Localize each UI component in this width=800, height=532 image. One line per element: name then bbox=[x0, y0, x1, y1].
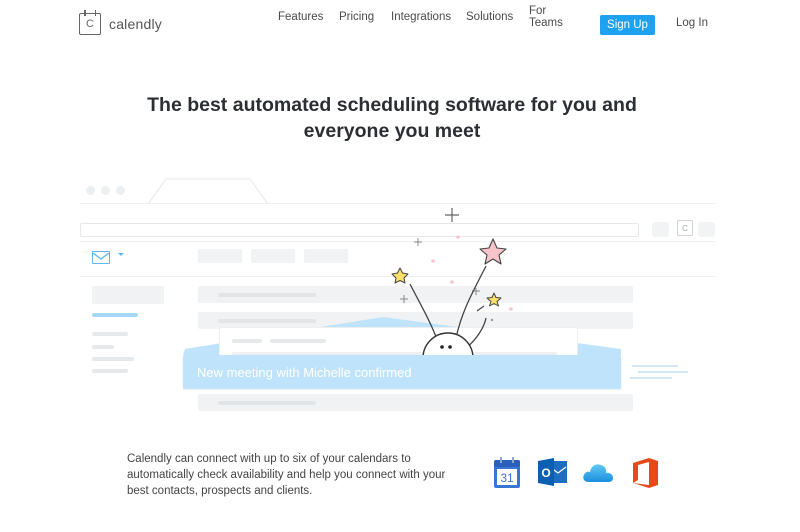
hero-headline-line-1: The best automated scheduling software f… bbox=[147, 94, 637, 116]
celebration-character-icon bbox=[391, 208, 513, 362]
hero-headline: The best automated scheduling software f… bbox=[0, 92, 784, 144]
nav-link-for-teams[interactable]: For Teams bbox=[529, 5, 563, 29]
toolbar-button-icon bbox=[652, 222, 669, 237]
sidebar-placeholder bbox=[92, 332, 128, 336]
chevron-down-icon bbox=[118, 253, 124, 256]
window-dot-icon bbox=[116, 186, 125, 195]
window-dot-icon bbox=[86, 186, 95, 195]
window-dot-icon bbox=[101, 186, 110, 195]
compose-placeholder bbox=[92, 286, 164, 304]
calendar-logo-icon: C bbox=[79, 10, 101, 35]
toolbar-button-icon bbox=[698, 222, 715, 237]
google-calendar-icon: 31 bbox=[494, 457, 520, 488]
sidebar-placeholder bbox=[92, 357, 134, 361]
hero-headline-line-2: everyone you meet bbox=[303, 120, 481, 142]
google-calendar-day: 31 bbox=[500, 471, 514, 485]
nav-link-integrations[interactable]: Integrations bbox=[391, 11, 451, 23]
log-in-link[interactable]: Log In bbox=[676, 17, 708, 29]
address-bar bbox=[80, 223, 639, 237]
email-row-text bbox=[218, 293, 316, 297]
nav-link-solutions[interactable]: Solutions bbox=[466, 11, 513, 23]
card-placeholder bbox=[232, 339, 262, 343]
motion-lines-icon bbox=[630, 365, 688, 379]
browser-tab-icon bbox=[148, 178, 269, 205]
logo-mark: C bbox=[86, 18, 94, 30]
logo[interactable]: C calendly bbox=[79, 10, 162, 35]
card-placeholder bbox=[270, 339, 326, 343]
extension-mark: C bbox=[682, 223, 688, 233]
calendly-extension-icon: C bbox=[677, 220, 693, 236]
mail-flap-icon bbox=[92, 252, 110, 260]
logo-text: calendly bbox=[109, 16, 162, 32]
email-row-text bbox=[218, 401, 316, 405]
sign-up-button[interactable]: Sign Up bbox=[600, 15, 655, 35]
toolbar-placeholder bbox=[198, 249, 242, 263]
toolbar-placeholder bbox=[251, 249, 295, 263]
browser-illustration: C New meeting with Michelle confirmed bbox=[0, 170, 800, 440]
office365-icon bbox=[633, 458, 658, 488]
nav-link-features[interactable]: Features bbox=[278, 11, 323, 23]
nav-link-pricing[interactable]: Pricing bbox=[339, 11, 374, 23]
sidebar-placeholder bbox=[92, 369, 128, 373]
notification-text: New meeting with Michelle confirmed bbox=[197, 365, 412, 380]
integrations-description: Calendly can connect with up to six of y… bbox=[127, 453, 446, 497]
sidebar-placeholder bbox=[92, 345, 114, 349]
top-nav: C calendly Features Pricing Integrations… bbox=[0, 0, 800, 50]
outlook-icon: O bbox=[538, 458, 567, 486]
icloud-icon bbox=[583, 464, 613, 482]
sidebar-active-placeholder bbox=[92, 313, 138, 317]
meeting-confirmed-notification: New meeting with Michelle confirmed bbox=[183, 355, 621, 389]
outlook-letter: O bbox=[541, 466, 550, 480]
toolbar-placeholder bbox=[304, 249, 348, 263]
